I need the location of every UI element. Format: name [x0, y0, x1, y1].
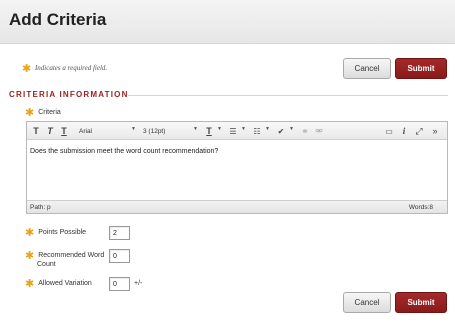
font-family-select[interactable]: Arial	[79, 125, 135, 137]
numbered-list-icon[interactable]: ☷	[251, 125, 263, 137]
text-color-icon[interactable]: T	[203, 125, 215, 137]
variation-suffix: +/-	[134, 280, 143, 287]
spellcheck-dropdown-icon: ▼	[289, 126, 294, 132]
spellcheck-icon[interactable]: ✔	[275, 125, 287, 137]
required-asterisk-icon: ✱	[22, 62, 32, 75]
section-divider	[128, 95, 448, 96]
page-title: Add Criteria	[9, 10, 107, 29]
numbered-list-dropdown-icon: ▼	[265, 126, 270, 132]
underline-button[interactable]: T	[59, 125, 69, 137]
recommended-word-count-label: ✱ Recommended Word	[25, 249, 105, 262]
font-size-value: 3 (12pt)	[143, 127, 166, 135]
text-color-dropdown-icon: ▼	[217, 126, 222, 132]
required-asterisk-icon: ✱	[25, 277, 35, 290]
required-field-note: ✱ Indicates a required field.	[22, 62, 107, 75]
bullet-list-dropdown-icon: ▼	[241, 126, 246, 132]
required-asterisk-icon: ✱	[25, 226, 35, 239]
cancel-button-top[interactable]: Cancel	[343, 58, 391, 79]
section-title: CRITERIA INFORMATION	[9, 90, 129, 99]
preview-icon[interactable]: ▭	[383, 125, 395, 137]
expand-toolbar-icon[interactable]: »	[429, 125, 441, 137]
criteria-editor[interactable]: T T T Arial ▼ 3 (12pt) ▼ T ▼ ☰ ▼ ☷ ▼ ✔ ▼…	[26, 121, 448, 214]
points-possible-input[interactable]: 2	[109, 226, 130, 240]
font-family-value: Arial	[79, 127, 93, 135]
required-note-text: Indicates a required field.	[34, 64, 108, 72]
submit-button-top[interactable]: Submit	[395, 58, 447, 79]
editor-content[interactable]: Does the submission meet the word count …	[30, 148, 218, 155]
editor-statusbar: Path: p Words:8	[27, 200, 447, 213]
font-size-dropdown-icon: ▼	[193, 126, 198, 132]
recommended-word-count-input[interactable]: 0	[109, 249, 130, 263]
unlink-icon[interactable]: ⚮	[313, 125, 325, 137]
criteria-label: ✱ Criteria	[25, 106, 61, 119]
link-icon[interactable]: ⚭	[299, 125, 311, 137]
cancel-button-bottom[interactable]: Cancel	[343, 292, 391, 313]
required-asterisk-icon: ✱	[25, 106, 35, 119]
fullscreen-icon[interactable]: ⤢	[413, 125, 425, 137]
allowed-variation-input[interactable]: 0	[109, 277, 130, 291]
bullet-list-icon[interactable]: ☰	[227, 125, 239, 137]
italic-button[interactable]: T	[45, 125, 55, 137]
points-possible-label: ✱ Points Possible	[25, 226, 87, 239]
submit-button-bottom[interactable]: Submit	[395, 292, 447, 313]
recommended-word-count-label-line2: Count	[37, 261, 56, 268]
path-label: Path: p	[30, 204, 51, 211]
allowed-variation-label: ✱ Allowed Variation	[25, 277, 92, 290]
editor-toolbar: T T T Arial ▼ 3 (12pt) ▼ T ▼ ☰ ▼ ☷ ▼ ✔ ▼…	[27, 122, 447, 140]
info-icon[interactable]: i	[399, 125, 409, 137]
word-count: Words:8	[408, 204, 433, 211]
font-size-select[interactable]: 3 (12pt)	[143, 125, 199, 137]
font-family-dropdown-icon: ▼	[131, 126, 136, 132]
required-asterisk-icon: ✱	[25, 249, 35, 262]
page-header: Add Criteria	[0, 0, 455, 44]
bold-button[interactable]: T	[31, 125, 41, 137]
